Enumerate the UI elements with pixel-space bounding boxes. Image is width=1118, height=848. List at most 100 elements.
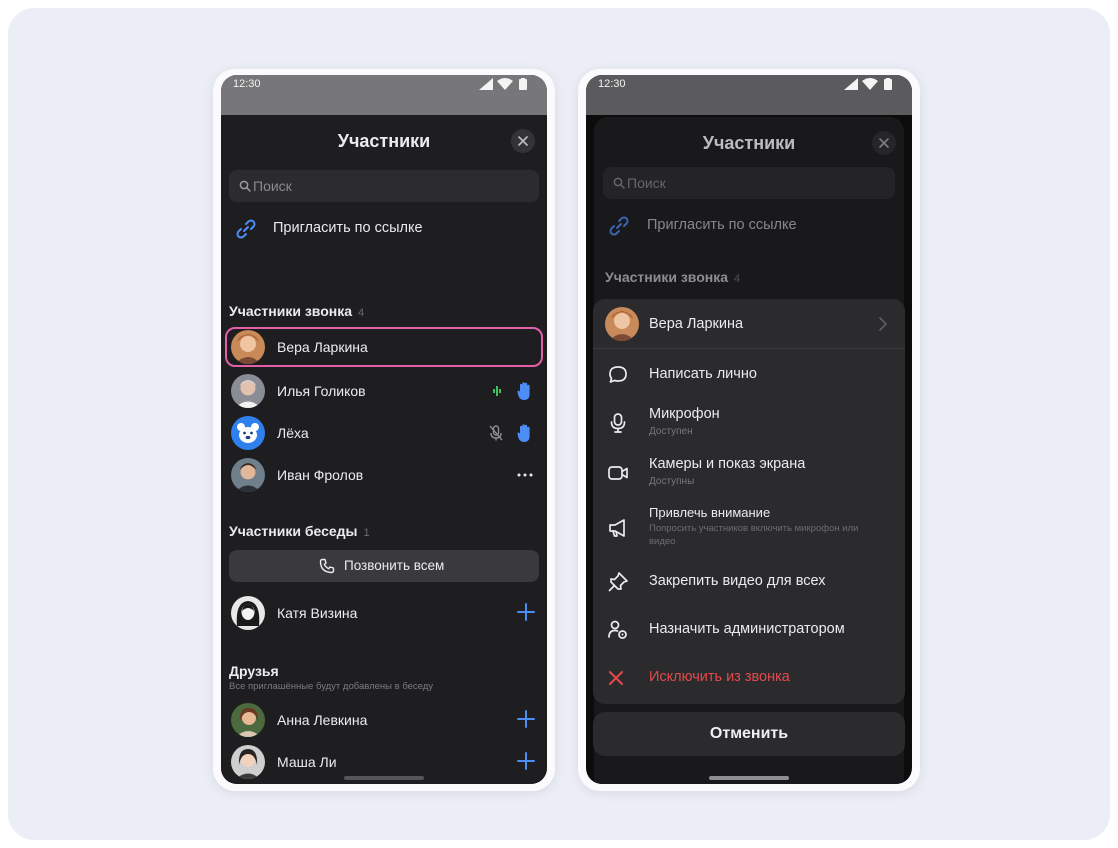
phone-participant-menu: 12:30 Участники Пригласить по ссылке Уча…	[578, 69, 920, 791]
participant-row-lyokha[interactable]: Лёха	[225, 413, 543, 453]
cellular-icon	[844, 78, 858, 90]
call-participants-heading: Участники звонка 4	[605, 269, 740, 285]
participant-status-icons	[487, 423, 537, 443]
participant-name: Катя Визина	[277, 605, 358, 621]
chat-participant-row-katya[interactable]: Катя Визина	[225, 593, 543, 633]
plus-icon[interactable]	[517, 710, 535, 728]
call-participants-title: Участники звонка	[229, 303, 353, 319]
search-icon	[613, 177, 625, 189]
screen: 12:30 Участники Пригласить по ссылке Уча…	[586, 75, 912, 784]
menu-item-label: Микрофон	[649, 406, 720, 422]
search-icon	[239, 180, 251, 192]
mic-active-icon	[493, 386, 501, 396]
search-input[interactable]	[253, 170, 453, 202]
message-icon	[609, 366, 627, 383]
participant-name: Вера Ларкина	[277, 339, 368, 355]
call-all-label: Позвонить всем	[344, 558, 445, 573]
menu-item-microphone[interactable]: Микрофон Доступен	[593, 399, 905, 447]
participant-status-icons	[487, 381, 537, 401]
menu-header-profile[interactable]: Вера Ларкина	[593, 299, 905, 349]
friend-row-anna[interactable]: Анна Левкина	[225, 700, 543, 740]
menu-item-attract-attention[interactable]: Привлечь внимание Попросить участников в…	[593, 499, 905, 557]
status-bar: 12:30	[221, 75, 547, 115]
participant-name: Лёха	[277, 425, 309, 441]
search-field[interactable]	[229, 170, 539, 202]
participant-status-icons	[487, 465, 537, 485]
participant-row-ivan[interactable]: Иван Фролов	[225, 455, 543, 495]
close-red-icon	[609, 671, 623, 685]
plus-icon[interactable]	[517, 752, 535, 770]
participant-action-menu: Вера Ларкина Написать лично Микрофон Дос…	[593, 299, 905, 704]
invite-by-link-label: Пригласить по ссылке	[647, 217, 797, 233]
phone-icon	[319, 558, 335, 574]
invite-by-link-label: Пригласить по ссылке	[273, 220, 423, 236]
call-all-button[interactable]: Позвонить всем	[229, 550, 539, 582]
invite-by-link-button[interactable]: Пригласить по ссылке	[602, 207, 896, 243]
avatar	[231, 416, 265, 450]
status-time: 12:30	[233, 78, 261, 90]
page-title: Участники	[702, 133, 796, 153]
status-icons	[479, 78, 535, 90]
search-field[interactable]	[603, 167, 895, 199]
megaphone-icon	[609, 519, 625, 537]
background-card	[8, 8, 1110, 840]
call-participants-count: 4	[358, 307, 365, 319]
wifi-icon	[497, 78, 513, 90]
battery-icon	[519, 78, 527, 90]
close-icon	[518, 136, 528, 146]
close-button[interactable]	[511, 129, 535, 153]
friend-name: Анна Левкина	[277, 712, 368, 728]
close-icon	[879, 138, 889, 148]
menu-item-make-admin[interactable]: Назначить администратором	[593, 607, 905, 653]
menu-item-label: Исключить из звонка	[649, 669, 790, 685]
avatar	[231, 374, 265, 408]
call-participants-title: Участники звонка	[605, 269, 729, 285]
menu-item-cameras[interactable]: Камеры и показ экрана Доступны	[593, 449, 905, 497]
status-icons	[844, 78, 900, 90]
link-icon	[609, 216, 629, 236]
cancel-button[interactable]: Отменить	[593, 712, 905, 756]
friends-note: Все приглашённые будут добавлены в бесед…	[229, 681, 434, 692]
menu-item-pin-video[interactable]: Закрепить видео для всех	[593, 559, 905, 605]
mic-muted-icon	[489, 425, 503, 441]
avatar	[231, 596, 265, 630]
avatar	[605, 307, 639, 341]
link-icon	[236, 219, 256, 239]
plus-icon[interactable]	[517, 603, 535, 621]
friends-title: Друзья	[229, 663, 279, 679]
raised-hand-icon	[517, 424, 530, 442]
phone-participants-list: 12:30 Участники Пригласить по ссылке У	[213, 69, 555, 791]
participant-row-vera[interactable]: Вера Ларкина	[225, 327, 543, 367]
menu-item-label: Привлечь внимание	[649, 505, 771, 520]
cancel-label: Отменить	[709, 725, 789, 742]
chevron-right-icon	[879, 317, 887, 331]
call-participants-heading: Участники звонка 4	[229, 303, 364, 319]
avatar	[231, 703, 265, 737]
more-dots-icon[interactable]	[517, 473, 533, 477]
close-button[interactable]	[872, 131, 896, 155]
invite-by-link-button[interactable]: Пригласить по ссылке	[229, 210, 539, 246]
search-input[interactable]	[627, 167, 827, 199]
menu-item-label: Назначить администратором	[649, 621, 845, 637]
menu-person-name: Вера Ларкина	[649, 316, 744, 332]
camera-icon	[608, 466, 628, 480]
page-title: Участники	[337, 131, 431, 151]
menu-item-sublabel: Доступен	[649, 426, 693, 437]
friend-actions	[517, 710, 537, 730]
status-time: 12:30	[598, 78, 626, 90]
admin-icon	[608, 620, 627, 639]
avatar	[231, 458, 265, 492]
participants-sheet: Участники Пригласить по ссылке Участники…	[221, 115, 547, 784]
wifi-icon	[862, 78, 878, 90]
menu-item-write-directly[interactable]: Написать лично	[593, 351, 905, 397]
participant-row-ilya[interactable]: Илья Голиков	[225, 371, 543, 411]
menu-item-remove-from-call[interactable]: Исключить из звонка	[593, 655, 905, 701]
participant-name: Иван Фролов	[277, 467, 364, 483]
battery-icon	[884, 78, 892, 90]
friend-actions	[517, 752, 537, 772]
friends-heading: Друзья	[229, 663, 279, 679]
avatar	[231, 330, 265, 364]
raised-hand-icon	[517, 382, 530, 400]
status-bar: 12:30	[586, 75, 912, 115]
home-indicator	[344, 776, 424, 780]
